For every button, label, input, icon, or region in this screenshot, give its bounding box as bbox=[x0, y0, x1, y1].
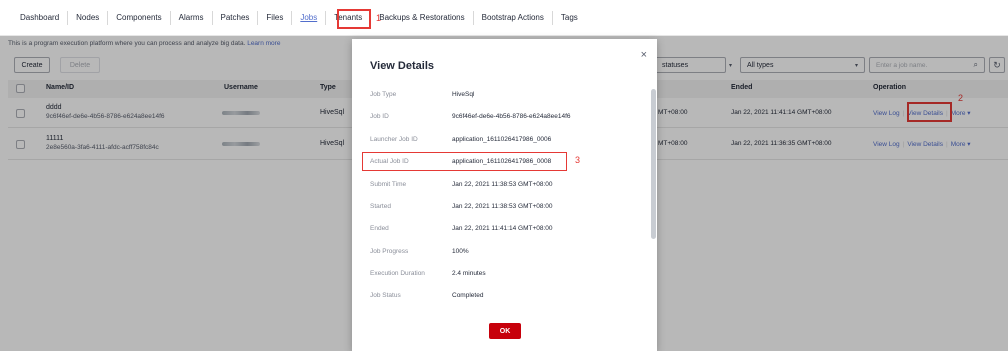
detail-label: Job Status bbox=[370, 292, 401, 299]
tab-dashboard[interactable]: Dashboard bbox=[12, 10, 69, 25]
detail-value: 9c6f46ef-de6e-4b56-8786-e624a8ee14f6 bbox=[452, 113, 571, 120]
detail-label: Job Type bbox=[370, 91, 397, 98]
detail-value: 100% bbox=[452, 248, 469, 255]
detail-value: Jan 22, 2021 11:41:14 GMT+08:00 bbox=[452, 225, 553, 232]
annotation-1: 1 bbox=[376, 13, 382, 23]
close-icon[interactable]: × bbox=[641, 49, 647, 61]
tab-jobs[interactable]: Jobs bbox=[292, 10, 327, 25]
actual-job-id-highlight bbox=[362, 152, 567, 171]
tab-nodes[interactable]: Nodes bbox=[68, 10, 109, 25]
detail-value: HiveSql bbox=[452, 91, 475, 98]
dialog-title: View Details bbox=[370, 60, 434, 72]
tab-backups[interactable]: Backups & Restorations bbox=[371, 10, 474, 25]
annotation-3: 3 bbox=[575, 155, 581, 165]
ok-button[interactable]: OK bbox=[489, 323, 521, 339]
detail-label: Job ID bbox=[370, 113, 389, 120]
detail-label: Launcher Job ID bbox=[370, 136, 418, 143]
detail-value: Jan 22, 2021 11:38:53 GMT+08:00 bbox=[452, 181, 553, 188]
tab-bootstrap-actions[interactable]: Bootstrap Actions bbox=[474, 10, 553, 25]
tab-bar: Dashboard Nodes Components Alarms Patche… bbox=[0, 0, 1008, 36]
view-details-dialog: View Details × Job Type HiveSql Job ID 9… bbox=[352, 39, 657, 351]
tab-tags[interactable]: Tags bbox=[553, 11, 586, 25]
detail-label: Ended bbox=[370, 225, 389, 232]
tab-files[interactable]: Files bbox=[258, 10, 293, 25]
tab-alarms[interactable]: Alarms bbox=[171, 10, 213, 25]
detail-label: Started bbox=[370, 203, 391, 210]
detail-value: application_1611026417986_0006 bbox=[452, 136, 552, 143]
detail-label: Submit Time bbox=[370, 181, 407, 188]
detail-value: Jan 22, 2021 11:38:53 GMT+08:00 bbox=[452, 203, 553, 210]
dialog-scrollbar[interactable] bbox=[651, 89, 656, 239]
detail-value: 2.4 minutes bbox=[452, 270, 486, 277]
detail-label: Job Progress bbox=[370, 248, 409, 255]
detail-value: Completed bbox=[452, 292, 484, 299]
detail-label: Execution Duration bbox=[370, 270, 425, 277]
tab-components[interactable]: Components bbox=[108, 10, 171, 25]
jobs-tab-highlight bbox=[337, 9, 371, 29]
tab-patches[interactable]: Patches bbox=[213, 10, 259, 25]
